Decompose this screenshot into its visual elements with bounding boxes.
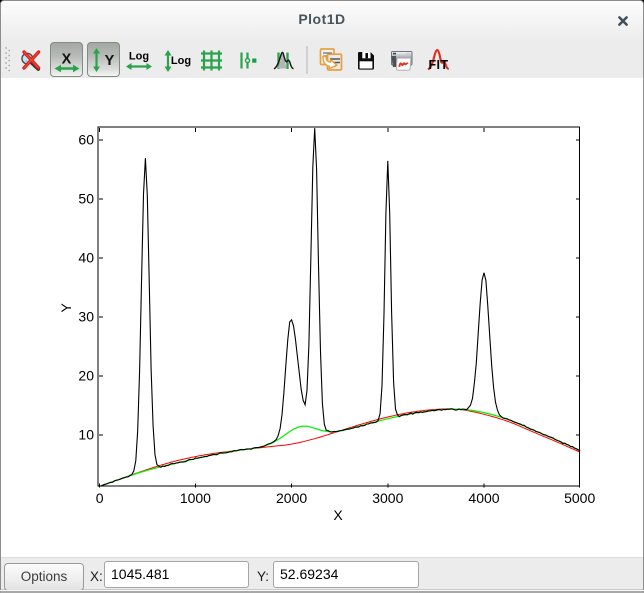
svg-text:X: X <box>62 52 72 68</box>
svg-text:60: 60 <box>78 132 94 148</box>
svg-text:2000: 2000 <box>276 490 307 506</box>
svg-text:Y: Y <box>58 302 74 312</box>
svg-text:FIT: FIT <box>429 58 449 72</box>
svg-text:1000: 1000 <box>180 490 211 506</box>
svg-text:30: 30 <box>78 309 94 325</box>
svg-text:Y: Y <box>105 53 115 69</box>
svg-text:4000: 4000 <box>468 490 499 506</box>
svg-text:Log: Log <box>171 55 191 67</box>
svg-text:20: 20 <box>78 368 94 384</box>
svg-text:Log: Log <box>129 51 149 63</box>
svg-text:50: 50 <box>78 191 94 207</box>
svg-text:5000: 5000 <box>564 490 595 506</box>
svg-text:0: 0 <box>96 490 104 506</box>
svg-text:40: 40 <box>78 250 94 266</box>
svg-text:X: X <box>333 507 343 523</box>
svg-text:10: 10 <box>78 427 94 443</box>
svg-text:3000: 3000 <box>372 490 403 506</box>
